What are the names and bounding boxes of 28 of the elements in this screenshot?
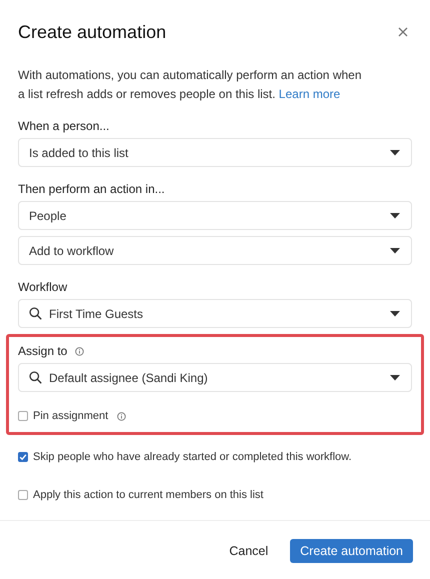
dropdown[interactable]: Default assignee (Sandi King) <box>18 363 412 392</box>
caret-icon <box>390 212 400 218</box>
checkbox-label: Apply this action to current members on this list <box>33 489 264 501</box>
caret-icon <box>390 150 400 156</box>
field-label: Workflow <box>18 280 68 294</box>
checkbox[interactable] <box>18 411 28 421</box>
dialog-title: Create automation <box>18 22 166 42</box>
cancel-button[interactable]: Cancel <box>221 539 276 563</box>
dropdown[interactable]: People <box>18 201 412 230</box>
dropdown[interactable]: Add to workflow <box>18 236 412 265</box>
field-label: Then perform an action in... <box>18 182 165 196</box>
checkbox-label: Pin assignment <box>33 410 108 422</box>
description: With automations, you can automatically perform an action when a list refresh adds or removes people on this list. Learn more <box>18 67 363 103</box>
field-label: Assign to <box>18 344 68 358</box>
checkbox[interactable] <box>18 490 28 500</box>
dropdown[interactable]: First Time Guests <box>18 299 412 328</box>
dropdown[interactable]: Is added to this list <box>18 138 412 167</box>
field-label: When a person... <box>18 119 110 133</box>
close-icon <box>398 27 408 37</box>
check-icon <box>19 453 27 461</box>
learn-more-link[interactable]: Learn more <box>278 87 340 101</box>
caret-icon <box>390 310 400 316</box>
create-button[interactable]: Create automation <box>290 539 413 563</box>
caret-icon <box>390 248 400 254</box>
checkbox[interactable] <box>18 452 28 462</box>
checkbox-label: Skip people who have already started or completed this workflow. <box>33 451 352 463</box>
caret-icon <box>390 374 400 380</box>
close-button[interactable] <box>396 25 410 39</box>
